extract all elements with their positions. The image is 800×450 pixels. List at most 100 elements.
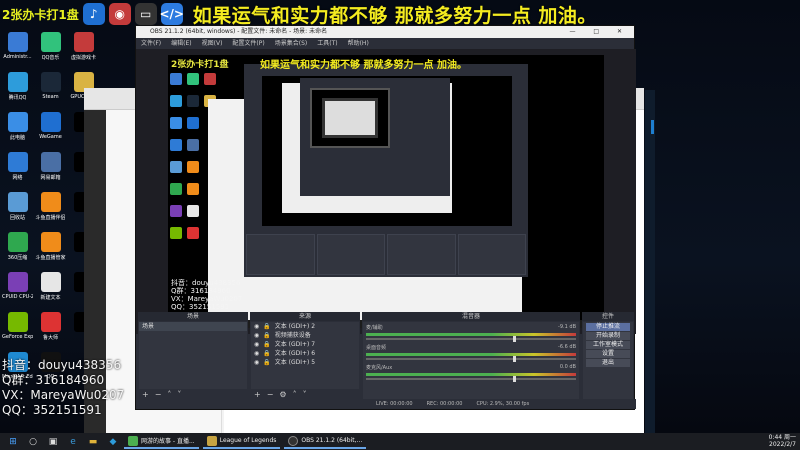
mixer-channel: 麦克风/Aux 0.0 dB — [363, 362, 579, 382]
desktop-icon[interactable]: 360压缩 — [2, 230, 33, 270]
exit-button[interactable]: 退出 — [586, 359, 630, 367]
desktop-icon[interactable]: 虚拟游戏卡 — [68, 30, 99, 70]
volume-meter — [366, 333, 576, 336]
lock-icon[interactable]: 🔒 — [263, 331, 270, 340]
desktop-icon-label: 360压缩 — [7, 255, 28, 261]
volume-slider[interactable] — [366, 356, 576, 362]
menu-scene-collection[interactable]: 场景集合(S) — [275, 38, 308, 49]
scene-item[interactable]: 场景 — [139, 322, 247, 331]
windows-start-icon[interactable]: ⊞ — [6, 435, 20, 449]
source-label: 文本 (GDI+) 6 — [274, 350, 316, 357]
desktop-icon-label: 腾讯QQ — [8, 95, 27, 101]
desktop-icon[interactable]: QQ音乐 — [35, 30, 66, 70]
start-recording-button[interactable]: 开始录制 — [586, 332, 630, 340]
eye-icon[interactable]: ◉ — [254, 349, 259, 358]
nested-icon — [187, 183, 199, 195]
nested-docks — [244, 232, 528, 277]
desktop-icon[interactable]: 网络 — [2, 150, 33, 190]
taskbar-task[interactable]: OBS 21.1.2 (64bit,... — [284, 434, 367, 449]
source-item[interactable]: ◉ 🔒 文本 (GDI+) 2 — [251, 322, 359, 331]
menu-tools[interactable]: 工具(T) — [317, 38, 337, 49]
app-icon — [7, 272, 28, 292]
source-item[interactable]: ◉ 🔒 视频捕获设备 — [251, 331, 359, 340]
desktop-icon-label: 虚拟游戏卡 — [70, 55, 96, 61]
volume-slider[interactable] — [366, 376, 576, 382]
scroll-indicator[interactable] — [651, 120, 654, 134]
desktop-icon-label: CPUID CPU-Z — [2, 294, 33, 300]
app-icon — [40, 192, 61, 212]
slogan-text: 如果运气和实力都不够 那就多努力一点 加油。 — [192, 4, 597, 27]
desktop-icon[interactable]: 腾讯QQ — [2, 70, 33, 110]
eye-icon[interactable]: ◉ — [254, 358, 259, 367]
controls-header: 控件 — [582, 312, 634, 321]
volume-slider[interactable] — [366, 336, 576, 342]
desktop-icon-label: 网易邮箱 — [40, 175, 61, 181]
desktop-icon[interactable]: 此电脑 — [2, 110, 33, 150]
desktop-icon[interactable]: CPUID CPU-Z — [2, 270, 33, 310]
nested-dock — [387, 234, 456, 275]
menu-file[interactable]: 文件(F) — [141, 38, 161, 49]
desktop-icon[interactable]: GeForce Experience — [2, 310, 33, 350]
menu-edit[interactable]: 编辑(E) — [171, 38, 191, 49]
file-explorer-icon[interactable]: ▬ — [86, 435, 100, 449]
mixer-channel: 桌面音频 -6.6 dB — [363, 342, 579, 362]
desktop-icon[interactable]: Administr... — [2, 30, 33, 70]
desktop-icon[interactable]: 斗鱼直播管家 — [35, 230, 66, 270]
desktop-icon[interactable]: 新建文本 — [35, 270, 66, 310]
qq-icon[interactable]: ◆ — [106, 435, 120, 449]
vx-id: VX：MareyaWu0207 — [2, 388, 125, 402]
stop-streaming-button[interactable]: 停止推流 — [586, 323, 630, 331]
lock-icon[interactable]: 🔒 — [263, 340, 270, 349]
desktop-icon[interactable]: Steam — [35, 70, 66, 110]
system-clock[interactable]: 0:44 周一 2022/2/7 — [769, 434, 796, 448]
lock-icon[interactable]: 🔒 — [263, 358, 270, 367]
lock-icon[interactable]: 🔒 — [263, 349, 270, 358]
source-item[interactable]: ◉ 🔒 文本 (GDI+) 5 — [251, 358, 359, 367]
scroll-strip — [645, 90, 655, 433]
eye-icon[interactable]: ◉ — [254, 331, 259, 340]
task-view-icon[interactable]: ▣ — [46, 435, 60, 449]
task-label: OBS 21.1.2 (64bit,... — [301, 437, 363, 444]
source-item[interactable]: ◉ 🔒 文本 (GDI+) 6 — [251, 349, 359, 358]
source-item[interactable]: ◉ 🔒 文本 (GDI+) 7 — [251, 340, 359, 349]
search-icon[interactable]: ○ — [26, 435, 40, 449]
desktop-icon[interactable]: WeGame — [35, 110, 66, 150]
vscode-icon[interactable]: </> — [159, 3, 184, 25]
edge-icon[interactable]: e — [66, 435, 80, 449]
nested-vx: VX：MareyaWu0207 — [171, 295, 243, 303]
desktop-icon[interactable]: 斗鱼直播伴侣 — [35, 190, 66, 230]
taskbar-task[interactable]: 网游的故事 - 直播... — [124, 434, 199, 449]
taskbar: ⊞ ○ ▣ e ▬ ◆ 网游的故事 - 直播... League of Lege… — [0, 433, 800, 450]
eye-icon[interactable]: ◉ — [254, 340, 259, 349]
app-icon — [40, 72, 61, 92]
app-icon — [73, 32, 94, 52]
task-label: 网游的故事 - 直播... — [141, 438, 195, 445]
channel-name: 麦克风/Aux — [366, 365, 393, 371]
obs-statusbar: LIVE: 00:00:00 REC: 00:00:00 CPU: 2.9%, … — [136, 399, 636, 409]
netease-music-icon[interactable]: ◉ — [108, 3, 131, 25]
app-icon[interactable]: ▭ — [134, 3, 157, 25]
desktop-icon[interactable]: 网易邮箱 — [35, 150, 66, 190]
obs-preview[interactable]: 2张办卡打1盘 如果运气和实力都不够 那就多努力一点 加油。 抖音：douyu4… — [136, 49, 636, 334]
obs-window[interactable]: OBS 21.1.2 (64bit, windows) - 配置文件: 未命名 … — [135, 25, 636, 410]
menu-profile[interactable]: 配置文件(P) — [232, 38, 264, 49]
menu-view[interactable]: 视图(V) — [202, 38, 223, 49]
volume-meter — [366, 373, 576, 376]
desktop-icon[interactable]: 鲁大师 — [35, 310, 66, 350]
nested-qq-group: Q群：316184960 — [171, 287, 231, 295]
qq-music-icon[interactable]: ♪ — [82, 3, 105, 25]
eye-icon[interactable]: ◉ — [254, 322, 259, 331]
taskbar-task[interactable]: League of Legends — [202, 434, 281, 449]
app-icon — [7, 112, 28, 132]
desktop-icon[interactable]: 回收站 — [2, 190, 33, 230]
window-controls[interactable]: — □ ✕ — [569, 26, 630, 38]
nested-dock — [246, 234, 315, 275]
settings-button[interactable]: 设置 — [586, 350, 630, 358]
lock-icon[interactable]: 🔒 — [263, 322, 270, 331]
scenes-list: 场景 — [139, 322, 247, 389]
channel-name: 麦/辅助 — [366, 325, 383, 331]
desktop: 2张办卡打1盘 ♪ ◉ ▭ </> 如果运气和实力都不够 那就多努力一点 加油。… — [0, 0, 800, 433]
studio-mode-button[interactable]: 工作室模式 — [586, 341, 630, 349]
menu-help[interactable]: 帮助(H) — [348, 38, 369, 49]
app-icon — [7, 152, 28, 172]
